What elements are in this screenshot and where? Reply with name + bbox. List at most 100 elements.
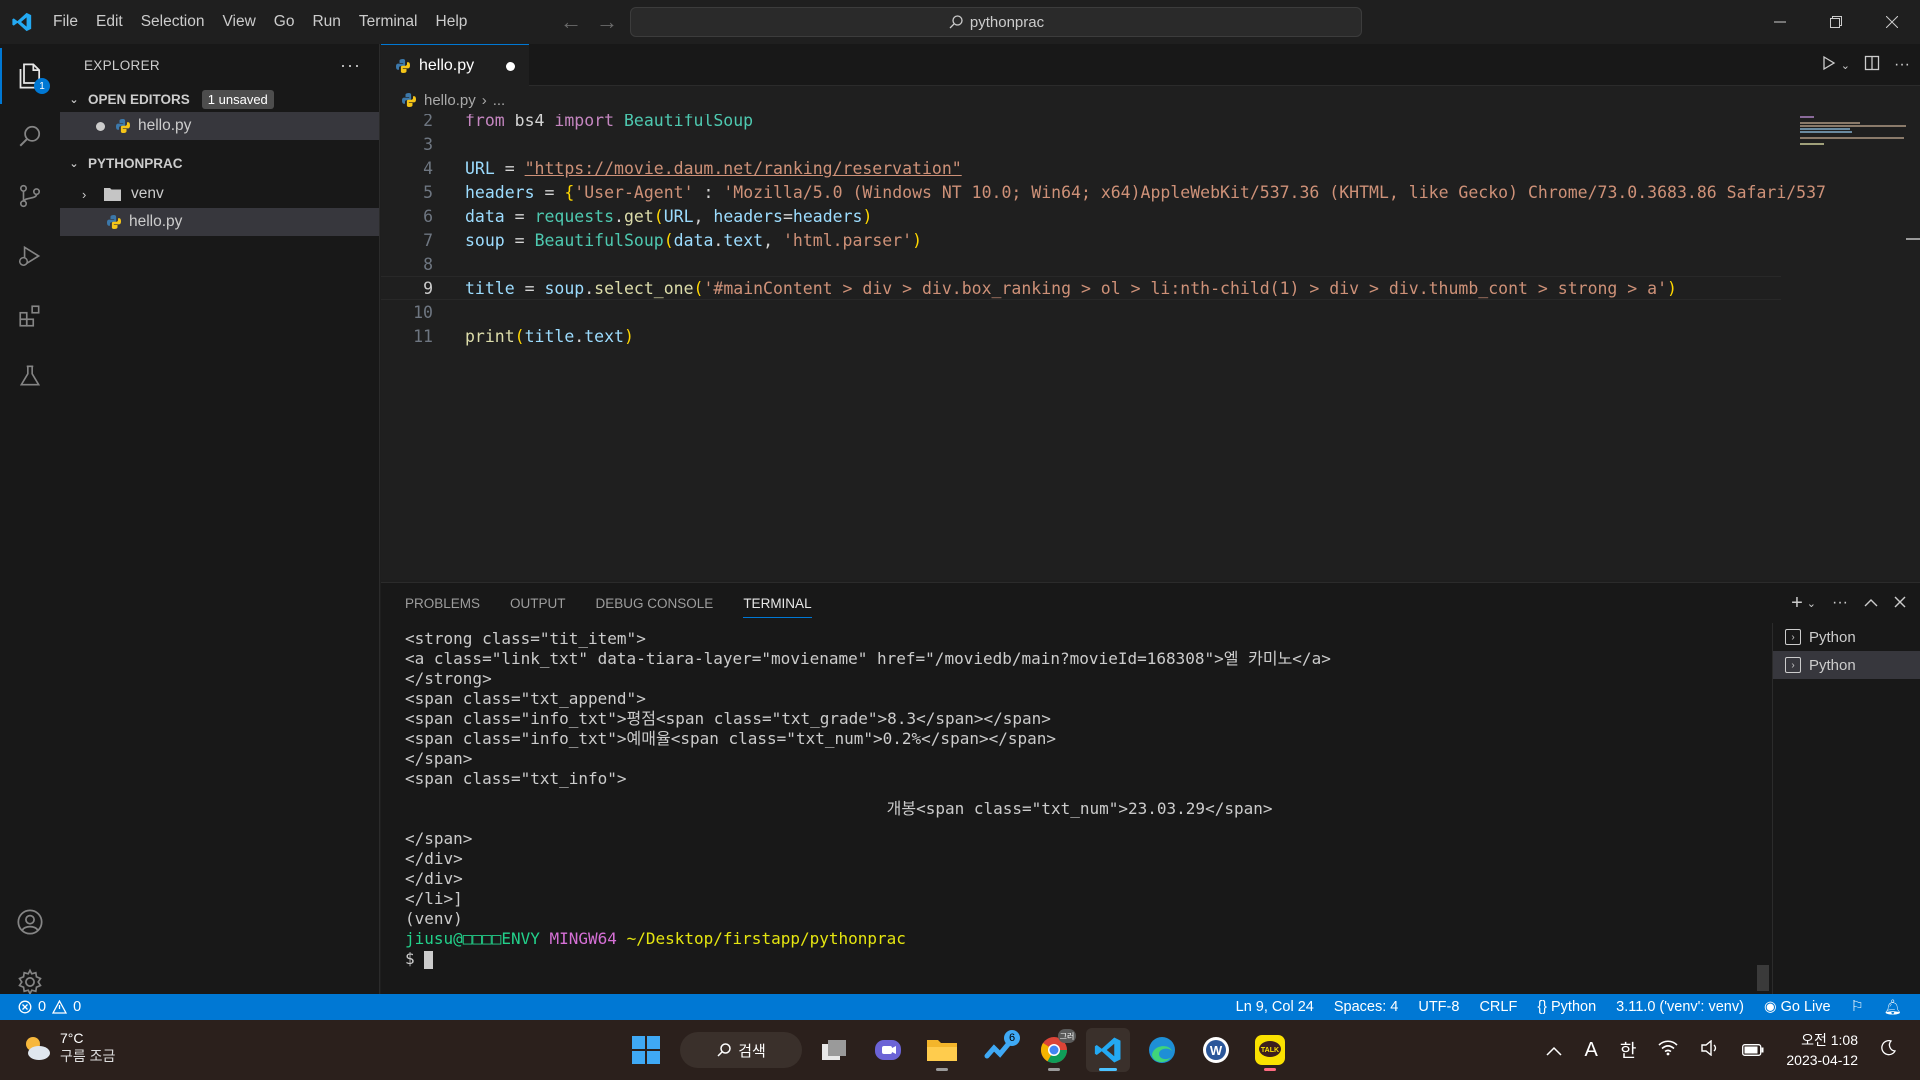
close-icon[interactable]	[1864, 0, 1920, 44]
explorer-icon[interactable]: 1	[0, 48, 60, 104]
terminal-line: </strong>	[405, 669, 492, 688]
more-actions-icon[interactable]: ···	[1832, 594, 1848, 612]
search-icon[interactable]	[0, 108, 60, 164]
extensions-icon[interactable]	[0, 288, 60, 344]
command-center[interactable]: pythonprac	[630, 7, 1362, 37]
menu-file[interactable]: File	[44, 13, 87, 31]
line-number: 11	[413, 326, 433, 346]
error-count: 0	[38, 999, 47, 1015]
ime-mode[interactable]: A	[1584, 1039, 1597, 1062]
chrome-app-icon[interactable]: 그러	[1032, 1028, 1076, 1072]
language-mode[interactable]: {} Python	[1537, 999, 1596, 1015]
terminal-line: (venv)	[405, 909, 463, 928]
input-language[interactable]: 한	[1620, 1037, 1637, 1063]
taskbar-search[interactable]: 검색	[680, 1032, 802, 1068]
terminal-scrollbar[interactable]	[1757, 965, 1769, 991]
close-panel-icon[interactable]	[1894, 595, 1906, 612]
workspace-section[interactable]: ⌄ PYTHONPRAC	[60, 150, 379, 176]
indentation[interactable]: Spaces: 4	[1334, 999, 1399, 1015]
word-app-icon[interactable]: W	[1194, 1028, 1238, 1072]
edge-app-icon[interactable]	[1140, 1028, 1184, 1072]
split-editor-icon[interactable]	[1864, 55, 1880, 75]
show-hidden-icons-chevron-up-icon[interactable]	[1546, 1040, 1562, 1061]
cursor-position[interactable]: Ln 9, Col 24	[1236, 999, 1314, 1015]
code-line: 11 print(title.text)	[381, 324, 1781, 348]
tab-terminal[interactable]: TERMINAL	[743, 596, 812, 618]
tree-item-hello-py[interactable]: hello.py	[60, 208, 379, 236]
terminal-input-line[interactable]: $	[405, 949, 1745, 969]
teams-chat-icon[interactable]	[866, 1028, 910, 1072]
minimap[interactable]	[1796, 114, 1906, 580]
menu-help[interactable]: Help	[427, 13, 477, 31]
tab-hello-py[interactable]: hello.py	[381, 44, 529, 86]
breadcrumb-file[interactable]: hello.py	[424, 92, 476, 109]
task-view-icon[interactable]	[812, 1028, 856, 1072]
search-label: 검색	[738, 1042, 766, 1060]
open-editors-section[interactable]: ⌄ OPEN EDITORS 1 unsaved	[60, 86, 379, 112]
code-line: 8	[381, 252, 1781, 276]
encoding[interactable]: UTF-8	[1418, 999, 1459, 1015]
editor-tabs: hello.py ⌄ ···	[381, 44, 1920, 86]
menu-view[interactable]: View	[213, 13, 264, 31]
tree-item-venv[interactable]: › venv	[60, 180, 379, 208]
code-text: headers = {'User-Agent' : 'Mozilla/5.0 (…	[465, 182, 1826, 202]
account-icon[interactable]	[0, 894, 60, 950]
wifi-icon[interactable]	[1658, 1039, 1678, 1061]
weather-widget[interactable]: 7°C 구름 조금	[22, 1030, 115, 1066]
terminal-icon: ›	[1785, 629, 1801, 645]
terminal-icon: ›	[1785, 657, 1801, 673]
python-interpreter[interactable]: 3.11.0 ('venv': venv)	[1616, 999, 1744, 1015]
tab-label: hello.py	[419, 56, 475, 74]
panel-actions: + ⌄ ···	[1791, 583, 1906, 623]
tab-debug-console[interactable]: DEBUG CONSOLE	[596, 596, 714, 611]
menu-selection[interactable]: Selection	[132, 13, 214, 31]
terminal-output[interactable]: <strong class="tit_item"> <a class="link…	[405, 629, 1745, 969]
run-debug-icon[interactable]	[0, 228, 60, 284]
battery-icon[interactable]	[1742, 1040, 1764, 1061]
clock[interactable]: 오전 1:08 2023-04-12	[1786, 1030, 1858, 1070]
code-editor[interactable]: 2 from bs4 import BeautifulSoup 3 4 URL …	[381, 114, 1920, 580]
focus-moon-icon[interactable]	[1880, 1039, 1897, 1061]
problems-status[interactable]: 0 0	[18, 999, 81, 1015]
more-actions-icon[interactable]: ···	[340, 55, 361, 76]
breadcrumb-symbol[interactable]: ...	[493, 92, 506, 109]
kakaotalk-app-icon[interactable]: TALK	[1248, 1028, 1292, 1072]
line-ending[interactable]: CRLF	[1479, 999, 1517, 1015]
new-terminal-icon[interactable]: +	[1791, 592, 1803, 615]
tab-output[interactable]: OUTPUT	[510, 596, 566, 611]
file-explorer-icon[interactable]	[920, 1028, 964, 1072]
testing-flask-icon[interactable]	[0, 348, 60, 404]
vscode-app-icon[interactable]	[1086, 1028, 1130, 1072]
go-live-button[interactable]: ◉ Go Live	[1764, 999, 1831, 1015]
restore-icon[interactable]	[1808, 0, 1864, 44]
start-button[interactable]	[624, 1028, 668, 1072]
more-actions-icon[interactable]: ···	[1894, 56, 1910, 74]
menu-go[interactable]: Go	[265, 13, 304, 31]
open-editor-item[interactable]: hello.py	[60, 112, 379, 140]
chevron-down-icon[interactable]: ⌄	[1807, 597, 1816, 610]
line-number: 7	[423, 230, 433, 250]
forward-arrow-icon[interactable]: →	[596, 9, 618, 35]
maximize-panel-icon[interactable]	[1864, 595, 1878, 612]
steam-app-icon[interactable]: 6	[978, 1028, 1022, 1072]
code-text: URL = "https://movie.daum.net/ranking/re…	[465, 158, 962, 178]
minimize-icon[interactable]	[1752, 0, 1808, 44]
run-file-icon[interactable]	[1821, 55, 1837, 75]
terminal-instance[interactable]: › Python	[1773, 623, 1920, 651]
chevron-down-icon[interactable]: ⌄	[1841, 59, 1850, 72]
editor-scrollbar[interactable]	[1906, 114, 1920, 580]
tab-problems[interactable]: PROBLEMS	[405, 596, 480, 611]
feedback-icon[interactable]: ⚐	[1851, 999, 1864, 1015]
chevron-right-icon: ›	[481, 91, 487, 109]
back-arrow-icon[interactable]: ←	[560, 9, 582, 35]
volume-icon[interactable]	[1700, 1039, 1720, 1061]
menu-terminal[interactable]: Terminal	[350, 13, 427, 31]
menu-edit[interactable]: Edit	[87, 13, 132, 31]
source-control-icon[interactable]	[0, 168, 60, 224]
terminal-instance[interactable]: › Python	[1773, 651, 1920, 679]
line-number: 2	[423, 114, 433, 130]
unsaved-dot-icon[interactable]	[506, 62, 515, 71]
menu-run[interactable]: Run	[303, 13, 349, 31]
terminal-line: <span class="info_txt">평점<span class="tx…	[405, 709, 1051, 728]
notifications-bell-icon[interactable]: 🔔︎	[1884, 999, 1902, 1016]
